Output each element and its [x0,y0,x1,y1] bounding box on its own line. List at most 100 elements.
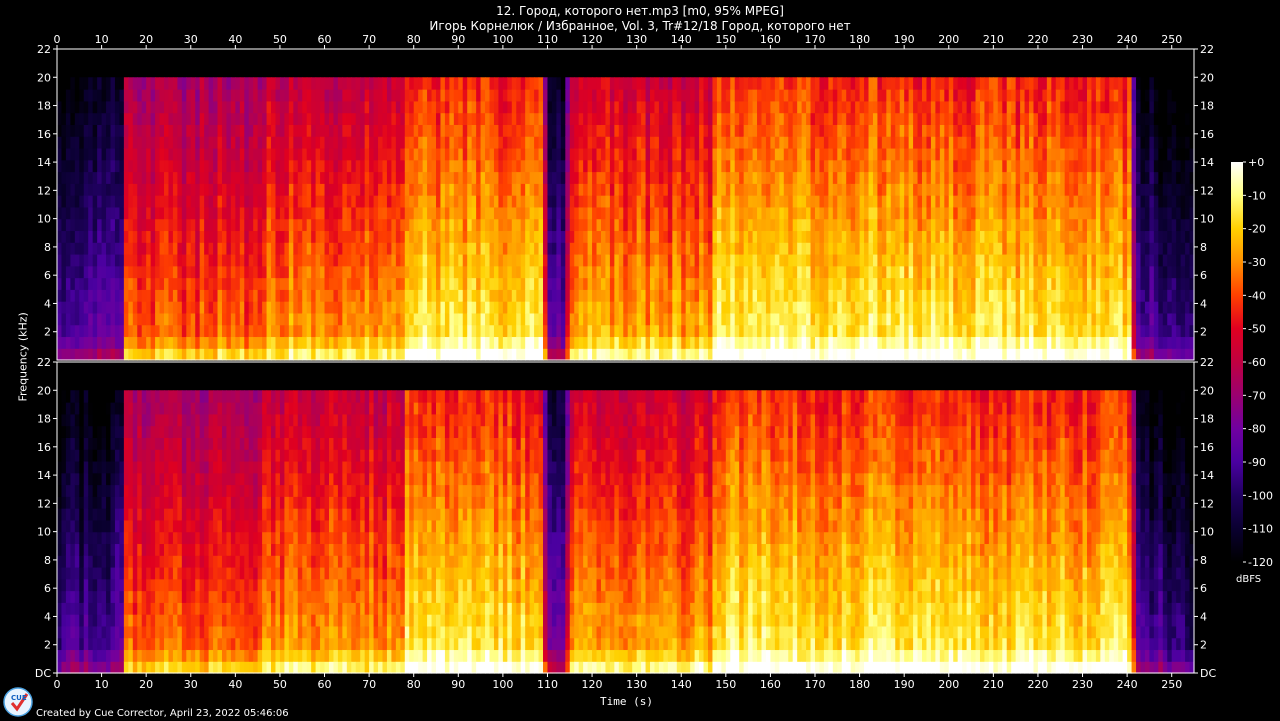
spectrogram-cell [592,336,598,349]
spectrogram-cell [832,124,838,137]
spectrogram-cell [676,100,682,114]
spectrogram-cell [600,195,607,208]
spectrogram-cell [614,136,620,149]
spectrogram-cell [832,112,838,125]
spectrogram-cell [498,89,504,102]
spectrogram-cell [520,77,526,90]
spectrogram-cell [716,124,722,137]
spectrogram-cell [609,112,615,125]
spectrogram-cell [360,195,366,208]
spectrogram-cell [752,289,758,302]
spectrogram-cell [908,159,914,173]
spectrogram-cell [953,100,959,114]
spectrogram-cell [971,136,977,149]
spectrogram-cell [801,289,807,302]
spectrogram-cell [877,348,883,361]
spectrogram-cell [792,136,798,149]
spectrogram-cell [815,265,821,279]
spectrogram-cell [409,77,415,90]
spectrogram-cell [74,312,80,326]
spectrogram-cell [65,100,71,114]
spectrogram-cell [815,230,821,243]
spectrogram-cell [328,312,335,326]
spectrogram-cell [97,183,103,196]
spectrogram-cell [253,77,259,90]
spectrogram-cell [596,183,602,196]
spectrogram-cell [146,277,152,290]
spectrogram-cell [293,253,299,267]
spectrogram-cell [244,312,250,326]
spectrogram-cell [369,348,375,361]
spectrogram-cell [378,171,384,184]
spectrogram-cell [172,301,178,314]
spectrogram-cell [79,312,85,326]
spectrogram-cell [337,253,343,267]
spectrogram-cell [150,206,156,220]
spectrogram-cell [507,324,513,338]
spectrogram-cell [681,336,687,349]
spectrogram-cell [444,230,450,243]
spectrogram-cell [404,195,410,208]
spectrogram-cell [186,312,192,326]
spectrogram-cell [275,348,281,361]
spectrogram-cell [681,183,687,196]
spectrogram-cell [667,253,673,267]
spectrogram-cell [511,277,517,290]
spectrogram-cell [271,312,277,326]
spectrogram-cell [511,253,517,267]
spectrogram-cell [841,147,847,161]
spectrogram-cell [320,171,326,184]
spectrogram-cell [208,265,214,279]
spectrogram-cell [926,136,932,149]
spectrogram-cell [850,253,856,267]
spectrogram-cell [168,242,174,255]
spectrogram-cell [676,183,682,196]
spectrogram-cell [815,136,821,149]
spectrogram-cell [400,147,406,161]
spectrogram-cell [725,253,731,267]
spectrogram-cell [70,206,76,220]
spectrogram-cell [627,336,633,349]
spectrogram-cell [525,277,531,290]
spectrogram-cell [404,206,410,220]
spectrogram-cell [855,100,861,114]
spectrogram-cell [953,112,959,125]
spectrogram-cell [841,312,847,326]
spectrogram-cell [61,183,67,196]
spectrogram-cell [774,183,780,196]
spectrogram-cell [378,336,384,349]
spectrogram-cell [476,206,482,220]
spectrogram-cell [440,312,446,326]
spectrogram-cell [623,289,629,302]
spectrogram-cell [311,77,317,90]
spectrogram-cell [556,77,562,90]
spectrogram-cell [444,289,450,302]
spectrogram-cell [583,218,589,232]
spectrogram-cell [74,100,80,114]
spectrogram-cell [600,89,607,102]
spectrogram-cell [462,301,468,314]
spectrogram-cell [271,112,277,125]
spectrogram-cell [721,324,727,338]
spectrogram-cell [360,77,366,90]
spectrogram-cell [230,324,236,338]
spectrogram-cell [757,183,763,196]
spectrogram-cell [119,265,125,279]
spectrogram-cell [658,136,664,149]
spectrogram-cell [391,289,397,302]
spectrogram-cell [868,100,874,114]
spectrogram-cell [721,206,727,220]
spectrogram-cell [788,230,794,243]
spectrogram-cell [110,253,116,267]
spectrogram-cell [458,159,464,173]
spectrogram-cell [837,147,843,161]
spectrogram-cell [168,230,174,243]
spectrogram-cell [239,230,245,243]
spectrogram-cell [204,253,210,267]
spectrogram-cell [592,89,598,102]
spectrogram-cell [391,265,397,279]
spectrogram-cell [694,348,700,361]
spectrogram-cell [538,336,544,349]
spectrogram-cell [596,253,602,267]
spectrogram-cell [627,277,633,290]
